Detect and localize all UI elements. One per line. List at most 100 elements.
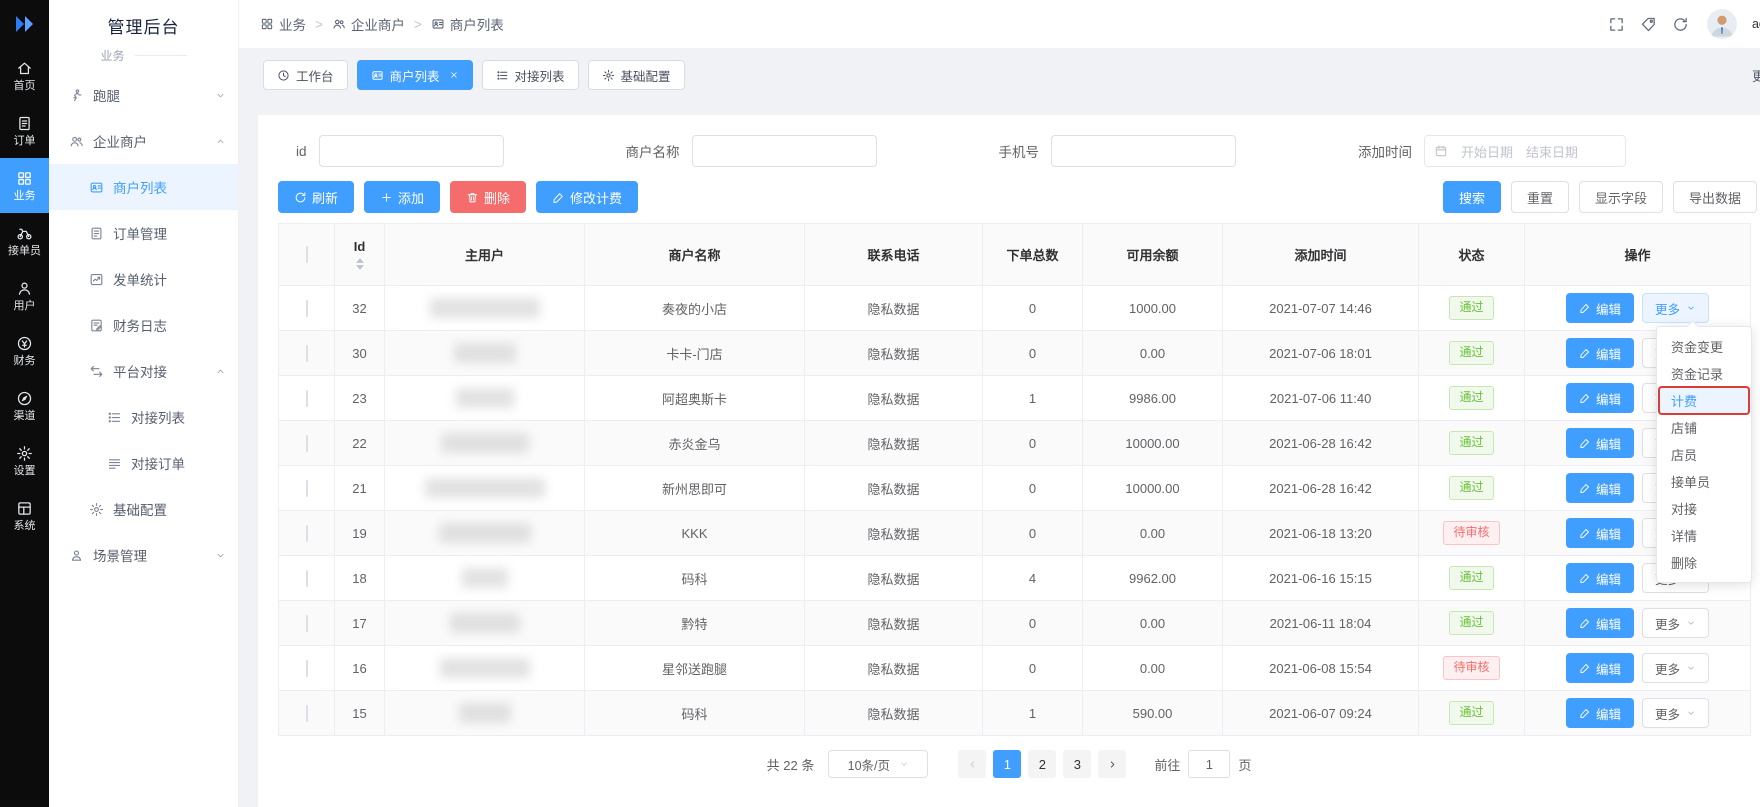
reset-button[interactable]: 重置 bbox=[1511, 181, 1569, 213]
dropdown-item-fund-record[interactable]: 资金记录 bbox=[1657, 360, 1751, 387]
sidebar-item-dispatch-stats[interactable]: 发单统计 bbox=[49, 256, 238, 302]
edit-button[interactable]: 编辑 bbox=[1566, 563, 1634, 593]
date-range-picker[interactable]: 开始日期结束日期 bbox=[1424, 135, 1626, 167]
row-checkbox[interactable] bbox=[306, 480, 308, 497]
cell-orders: 0 bbox=[983, 646, 1083, 691]
cell-id: 15 bbox=[335, 691, 385, 736]
sidebar-item-link-orders[interactable]: 对接订单 bbox=[49, 440, 238, 486]
delete-button[interactable]: 删除 bbox=[450, 181, 526, 213]
dropdown-item-shop[interactable]: 店铺 bbox=[1657, 414, 1751, 441]
tab-link-list[interactable]: 对接列表 bbox=[482, 60, 579, 90]
sidebar-item-enterprise-merchant[interactable]: 企业商户 bbox=[49, 118, 238, 164]
edit-button[interactable]: 编辑 bbox=[1566, 338, 1634, 368]
breadcrumb-item-enterprise-merchant[interactable]: 企业商户 bbox=[332, 14, 405, 34]
sidebar-item-merchant-list[interactable]: 商户列表 bbox=[49, 164, 238, 210]
display-fields-button[interactable]: 显示字段 bbox=[1579, 181, 1663, 213]
merchant-name-input[interactable] bbox=[692, 135, 877, 167]
breadcrumb-item-business[interactable]: 业务 bbox=[260, 14, 306, 34]
avatar[interactable] bbox=[1707, 9, 1737, 39]
sort-control[interactable] bbox=[356, 258, 364, 270]
tabs-overflow-label[interactable]: 更多 bbox=[1752, 66, 1760, 85]
row-checkbox[interactable] bbox=[306, 390, 308, 407]
dropdown-item-courier[interactable]: 接单员 bbox=[1657, 468, 1751, 495]
fullscreen-icon[interactable] bbox=[1608, 16, 1625, 33]
dashboard-icon bbox=[277, 69, 290, 82]
phone-input[interactable] bbox=[1051, 135, 1236, 167]
edit-button[interactable]: 编辑 bbox=[1566, 428, 1634, 458]
dropdown-item-link[interactable]: 对接 bbox=[1657, 495, 1751, 522]
status-badge: 通过 bbox=[1449, 431, 1493, 455]
rail-item-orders[interactable]: 订单 bbox=[0, 103, 49, 158]
edit-button[interactable]: 编辑 bbox=[1566, 473, 1634, 503]
rail-item-system[interactable]: 系统 bbox=[0, 488, 49, 543]
refresh-button[interactable]: 刷新 bbox=[278, 181, 354, 213]
rail-item-business[interactable]: 业务 bbox=[0, 158, 49, 213]
breadcrumb-item-merchant-list[interactable]: 商户列表 bbox=[431, 14, 504, 34]
tab-merchant-list[interactable]: 商户列表 bbox=[357, 60, 473, 90]
search-button[interactable]: 搜索 bbox=[1443, 181, 1501, 213]
page-button-2[interactable]: 2 bbox=[1028, 750, 1056, 778]
refresh-icon[interactable] bbox=[1672, 16, 1689, 33]
sidebar-item-scene-manage[interactable]: 场景管理 bbox=[49, 532, 238, 578]
row-checkbox[interactable] bbox=[306, 660, 308, 677]
row-checkbox[interactable] bbox=[306, 435, 308, 452]
row-checkbox[interactable] bbox=[306, 570, 308, 587]
rail-item-home[interactable]: 首页 bbox=[0, 48, 49, 103]
sidebar-item-link-list[interactable]: 对接列表 bbox=[49, 394, 238, 440]
sidebar-item-errand[interactable]: 跑腿 bbox=[49, 72, 238, 118]
more-button[interactable]: 更多 bbox=[1642, 653, 1709, 683]
rail-item-finance[interactable]: 财务 bbox=[0, 323, 49, 378]
table-row: 18码科隐私数据49962.002021-06-16 15:15通过编辑更多 bbox=[279, 556, 1751, 601]
edit-button[interactable]: 编辑 bbox=[1566, 383, 1634, 413]
edit-button[interactable]: 编辑 bbox=[1566, 653, 1634, 683]
row-checkbox[interactable] bbox=[306, 705, 308, 722]
add-button[interactable]: 添加 bbox=[364, 181, 440, 213]
sidebar-item-label: 平台对接 bbox=[113, 361, 167, 381]
export-data-button[interactable]: 导出数据 bbox=[1673, 181, 1757, 213]
dropdown-item-billing[interactable]: 计费 bbox=[1657, 387, 1751, 414]
tag-icon[interactable] bbox=[1640, 16, 1657, 33]
more-button[interactable]: 更多 bbox=[1642, 293, 1709, 323]
row-checkbox[interactable] bbox=[306, 615, 308, 632]
page-button-1[interactable]: 1 bbox=[993, 750, 1021, 778]
sidebar-item-order-manage[interactable]: 订单管理 bbox=[49, 210, 238, 256]
cell-status: 通过 bbox=[1419, 331, 1525, 376]
sidebar-item-finance-log[interactable]: 财务日志 bbox=[49, 302, 238, 348]
edit-button[interactable]: 编辑 bbox=[1566, 608, 1634, 638]
app-logo[interactable] bbox=[0, 0, 49, 48]
rail-item-channel[interactable]: 渠道 bbox=[0, 378, 49, 433]
prev-page-button[interactable] bbox=[958, 750, 986, 778]
close-icon[interactable] bbox=[449, 70, 459, 80]
row-checkbox[interactable] bbox=[306, 345, 308, 362]
goto-page-input[interactable] bbox=[1188, 750, 1230, 778]
filter-label-id: id bbox=[296, 144, 307, 159]
modify-billing-button[interactable]: 修改计费 bbox=[536, 181, 638, 213]
select-all-checkbox[interactable] bbox=[306, 246, 308, 263]
edit-button[interactable]: 编辑 bbox=[1566, 293, 1634, 323]
cell-time: 2021-07-07 14:46 bbox=[1223, 286, 1419, 331]
chevron-down-icon bbox=[1686, 663, 1696, 673]
next-page-button[interactable] bbox=[1098, 750, 1126, 778]
edit-button[interactable]: 编辑 bbox=[1566, 518, 1634, 548]
tab-workbench[interactable]: 工作台 bbox=[263, 60, 348, 90]
rail-item-users[interactable]: 用户 bbox=[0, 268, 49, 323]
edit-button[interactable]: 编辑 bbox=[1566, 698, 1634, 728]
dropdown-item-fund-change[interactable]: 资金变更 bbox=[1657, 333, 1751, 360]
cell-orders: 0 bbox=[983, 601, 1083, 646]
dropdown-item-clerk[interactable]: 店员 bbox=[1657, 441, 1751, 468]
page-size-select[interactable]: 10条/页 bbox=[828, 750, 928, 778]
cell-merchant: 阿超奥斯卡 bbox=[585, 376, 805, 421]
tab-base-config[interactable]: 基础配置 bbox=[588, 60, 685, 90]
dropdown-item-delete[interactable]: 删除 bbox=[1657, 549, 1751, 576]
dropdown-item-detail[interactable]: 详情 bbox=[1657, 522, 1751, 549]
rail-item-settings[interactable]: 设置 bbox=[0, 433, 49, 488]
more-button[interactable]: 更多 bbox=[1642, 698, 1709, 728]
sidebar-item-base-config[interactable]: 基础配置 bbox=[49, 486, 238, 532]
sidebar-item-platform-link[interactable]: 平台对接 bbox=[49, 348, 238, 394]
row-checkbox[interactable] bbox=[306, 300, 308, 317]
page-button-3[interactable]: 3 bbox=[1063, 750, 1091, 778]
rail-item-courier[interactable]: 接单员 bbox=[0, 213, 49, 268]
id-input[interactable] bbox=[319, 135, 504, 167]
more-button[interactable]: 更多 bbox=[1642, 608, 1709, 638]
row-checkbox[interactable] bbox=[306, 525, 308, 542]
